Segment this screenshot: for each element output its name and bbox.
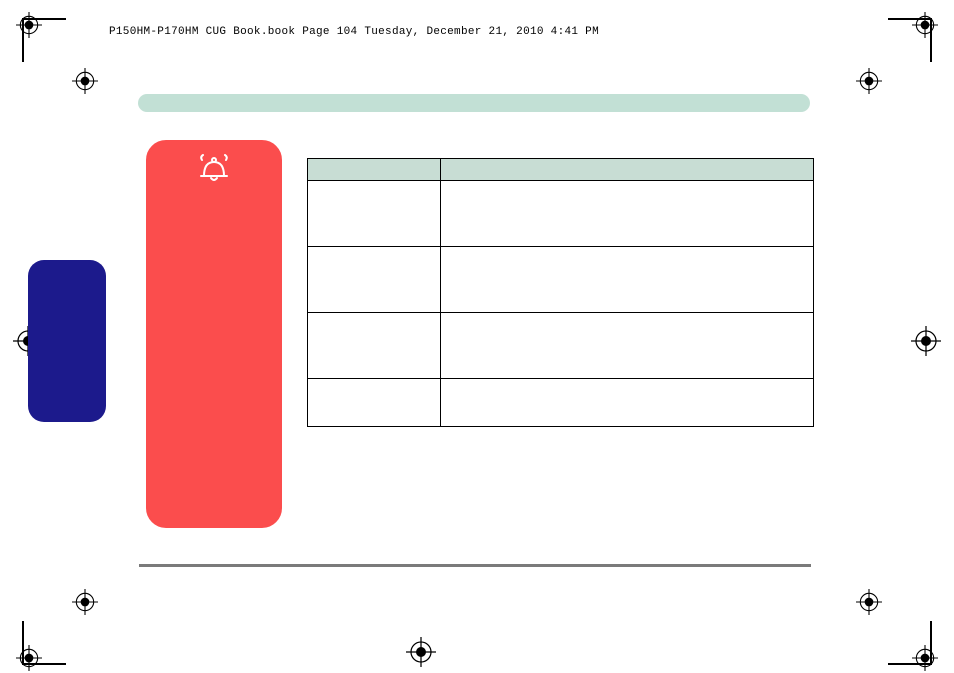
table-cell bbox=[441, 313, 814, 379]
table-cell bbox=[308, 247, 441, 313]
table-cell bbox=[441, 379, 814, 427]
table-cell bbox=[441, 181, 814, 247]
table-cell bbox=[308, 379, 441, 427]
crop-mark-bottom-right bbox=[862, 595, 932, 665]
table-header-cell bbox=[308, 159, 441, 181]
crop-mark-bottom-left bbox=[22, 595, 92, 665]
table-cell bbox=[308, 313, 441, 379]
table-header-cell bbox=[441, 159, 814, 181]
chapter-tab bbox=[28, 260, 106, 422]
crop-mark-top-left bbox=[22, 18, 92, 88]
section-title-bar bbox=[138, 94, 810, 112]
table-cell bbox=[441, 247, 814, 313]
bell-alarm-icon bbox=[198, 154, 230, 182]
page-header-info: P150HM-P170HM CUG Book.book Page 104 Tue… bbox=[109, 26, 599, 38]
content-table bbox=[307, 158, 814, 427]
registration-mark-bottom bbox=[406, 637, 436, 667]
footer-rule bbox=[139, 564, 811, 567]
registration-mark-right bbox=[911, 326, 941, 356]
warning-callout bbox=[146, 140, 282, 528]
crop-mark-top-right bbox=[862, 18, 932, 88]
table-cell bbox=[308, 181, 441, 247]
